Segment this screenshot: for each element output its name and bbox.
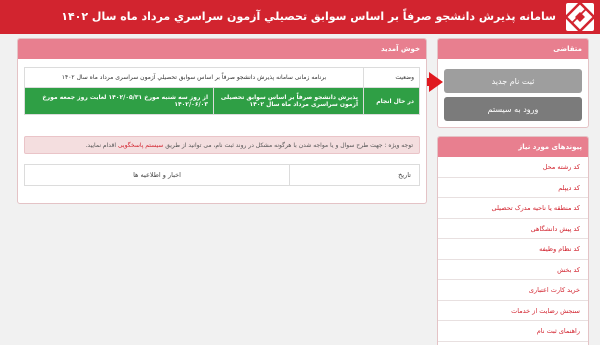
link-field-code[interactable]: کد رشته محل (438, 157, 588, 178)
news-table: تاریخ اخبار و اطلاعیه ها (24, 164, 420, 186)
dates-cell: از روز سه شنبه مورخ ۱۴۰۲/۰۵/۳۱ لغایت روز… (24, 87, 214, 115)
link-preuniversity-code[interactable]: کد پیش دانشگاهی (438, 219, 588, 239)
table-header-row: وضعیت برنامه زمانی سامانه پذیرش دانشجو ص… (24, 67, 420, 88)
top-header: سامانه پذيرش دانشجو صرفاً بر اساس سوابق … (0, 0, 600, 34)
link-satisfaction-survey[interactable]: سنجش رضایت از خدمات (438, 301, 588, 321)
schedule-table: وضعیت برنامه زمانی سامانه پذیرش دانشجو ص… (24, 67, 420, 115)
link-district-code[interactable]: کد بخش (438, 260, 588, 280)
links-panel: پیوندهای مورد نیاز کد رشته محل کد دیپلم … (437, 136, 589, 345)
welcome-panel: خوش آمدید وضعیت برنامه زمانی سامانه پذیر… (17, 38, 427, 204)
notice-text-suffix: اقدام نمایید. (85, 142, 118, 149)
link-diploma-code[interactable]: کد دیپلم (438, 178, 588, 198)
status-column-header: وضعیت (363, 67, 420, 88)
link-region-code[interactable]: کد منطقه یا ناحیه مدرک تحصیلی (438, 198, 588, 219)
register-button[interactable]: ثبت نام جدید (444, 69, 582, 93)
news-title-header: اخبار و اطلاعیه ها (24, 164, 290, 186)
table-row: در حال انجام پذیرش دانشجو صرفاً بر اساس … (24, 87, 420, 115)
news-date-header: تاریخ (289, 164, 420, 186)
link-registration-guide[interactable]: راهنمای ثبت نام (438, 321, 588, 342)
description-cell: پذیرش دانشجو صرفاً بر اساس سوابق تحصیلی … (213, 87, 364, 115)
applicant-panel: متقاضی ثبت نام جدید ورود به سیستم (437, 38, 589, 128)
support-system-link[interactable]: سیستم پاسخگویی (118, 142, 163, 149)
sidebar: متقاضی ثبت نام جدید ورود به سیستم پیونده… (437, 38, 589, 345)
status-cell: در حال انجام (363, 87, 420, 115)
schedule-title-header: برنامه زمانی سامانه پذیرش دانشجو صرفاً ب… (24, 67, 364, 88)
applicant-panel-heading: متقاضی (438, 39, 588, 59)
special-notice: توجه ویژه : جهت طرح سوال و یا مواجه شدن … (24, 136, 420, 154)
link-buy-credit-card[interactable]: خرید کارت اعتباری (438, 280, 588, 301)
link-military-code[interactable]: کد نظام وظیفه (438, 239, 588, 260)
university-logo-icon[interactable] (566, 3, 594, 31)
notice-text-prefix: توجه ویژه : جهت طرح سوال و یا مواجه شدن … (163, 142, 413, 149)
page-title: سامانه پذيرش دانشجو صرفاً بر اساس سوابق … (61, 10, 556, 23)
news-header-row: تاریخ اخبار و اطلاعیه ها (24, 164, 420, 186)
login-button[interactable]: ورود به سیستم (444, 97, 582, 121)
links-panel-heading: پیوندهای مورد نیاز (438, 137, 588, 157)
welcome-panel-heading: خوش آمدید (18, 39, 426, 59)
